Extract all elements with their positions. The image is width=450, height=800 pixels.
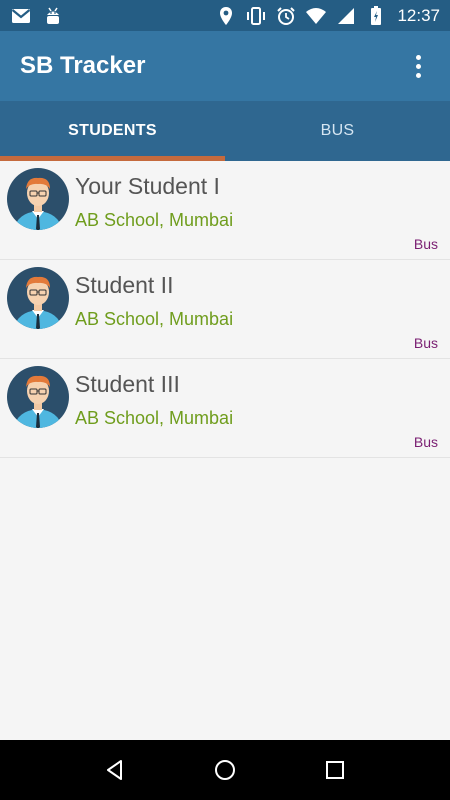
tab-bar: STUDENTS BUS: [0, 101, 450, 161]
student-name: Your Student I: [75, 173, 220, 199]
recents-icon[interactable]: [315, 750, 355, 790]
wifi-icon: [305, 5, 327, 27]
android-debug-icon: [42, 5, 64, 27]
tab-students[interactable]: STUDENTS: [0, 101, 225, 161]
more-vert-icon[interactable]: [406, 46, 430, 86]
list-item[interactable]: Student II AB School, Mumbai Bus: [0, 260, 450, 359]
student-avatar-icon: [7, 168, 69, 230]
student-name: Student II: [75, 272, 174, 298]
gmail-icon: [10, 5, 32, 27]
alarm-icon: [275, 5, 297, 27]
student-name: Student III: [75, 371, 180, 397]
home-icon[interactable]: [205, 750, 245, 790]
list-item[interactable]: Your Student I AB School, Mumbai Bus: [0, 161, 450, 260]
tab-students-label: STUDENTS: [68, 122, 157, 139]
tab-bus[interactable]: BUS: [225, 101, 450, 161]
bus-link[interactable]: Bus: [414, 236, 438, 252]
list-item[interactable]: Student III AB School, Mumbai Bus: [0, 359, 450, 458]
status-time: 12:37: [397, 5, 440, 25]
battery-icon: [365, 5, 387, 27]
vibrate-icon: [245, 5, 267, 27]
signal-icon: [335, 5, 357, 27]
student-list: Your Student I AB School, Mumbai Bus Stu…: [0, 161, 450, 458]
app-bar: SB Tracker: [0, 31, 450, 101]
student-school: AB School, Mumbai: [75, 309, 234, 329]
student-avatar-icon: [7, 267, 69, 329]
navigation-bar: [0, 740, 450, 800]
bus-link[interactable]: Bus: [414, 434, 438, 450]
app-title: SB Tracker: [20, 52, 146, 79]
bus-link[interactable]: Bus: [414, 335, 438, 351]
student-avatar-icon: [7, 366, 69, 428]
student-school: AB School, Mumbai: [75, 210, 234, 230]
status-bar: 12:37: [0, 0, 450, 31]
back-icon[interactable]: [95, 750, 135, 790]
tab-bus-label: BUS: [320, 122, 355, 139]
student-school: AB School, Mumbai: [75, 408, 234, 428]
location-icon: [215, 5, 237, 27]
